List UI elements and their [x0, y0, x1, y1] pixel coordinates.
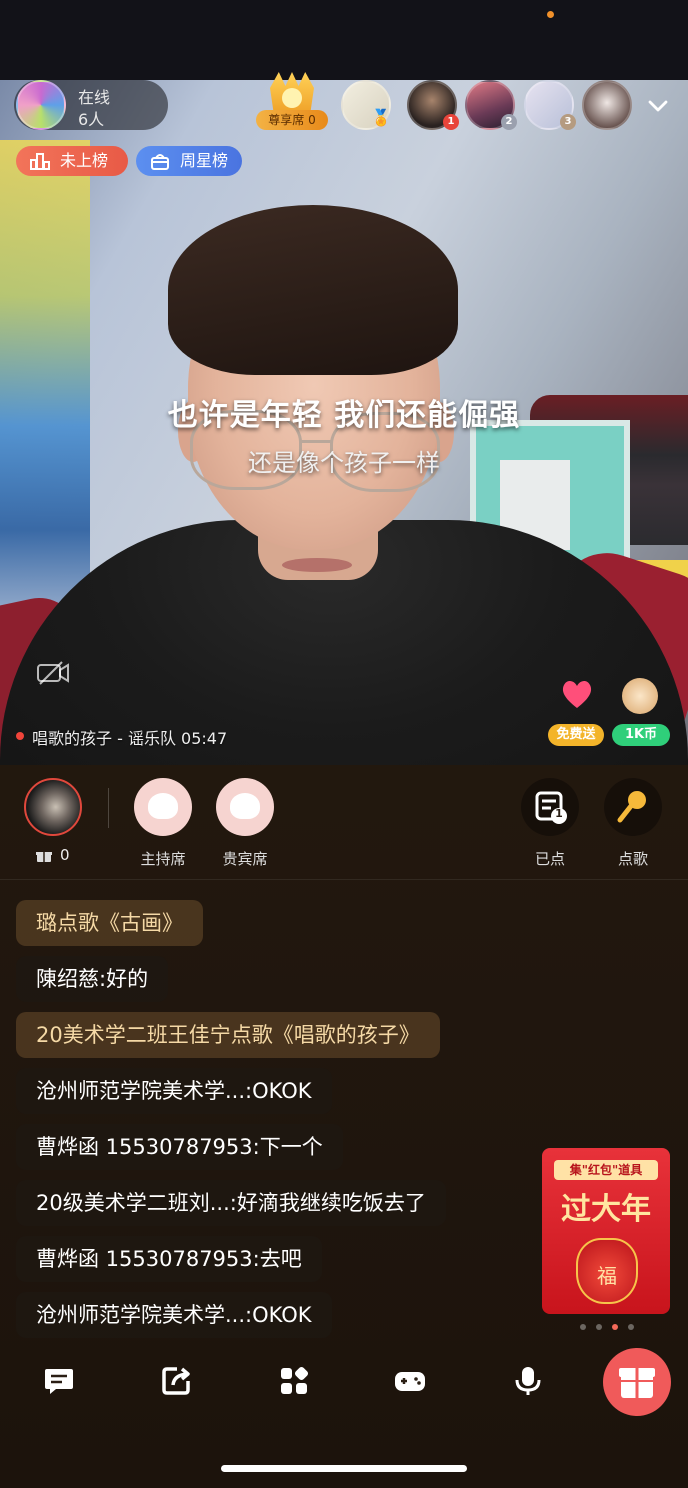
- podium-icon: [30, 153, 50, 170]
- live-dot: [16, 732, 24, 740]
- microphone-icon[interactable]: [511, 1364, 545, 1398]
- host-seat[interactable]: [134, 778, 192, 836]
- host-seat-label: 主持席: [140, 850, 186, 868]
- performer-hair: [168, 205, 458, 375]
- order-song-label: 点歌: [617, 850, 648, 868]
- live-room-screen: 也许是年轻 我们还能倔强 还是像个孩子一样 在线 6人 尊享席 0 🏅 1 2 …: [0, 0, 688, 1488]
- home-indicator[interactable]: [221, 1465, 467, 1472]
- chat-message: 沧州师范学院美术学...:OKOK: [16, 1068, 332, 1114]
- new-year-promo-banner[interactable]: 集"红包"道具 过大年 福: [542, 1148, 670, 1314]
- apps-grid-icon[interactable]: [277, 1364, 311, 1398]
- free-gift-label: 免费送: [548, 724, 604, 746]
- lucky-bag-icon: 福: [576, 1238, 638, 1304]
- rank-badge: 1: [443, 114, 459, 130]
- chick-avatar-icon: [230, 793, 260, 819]
- song-list-icon: [535, 791, 567, 824]
- viewer-avatar[interactable]: 2: [465, 80, 517, 130]
- now-playing: 唱歌的孩子 - 谣乐队 05:47: [32, 729, 228, 748]
- gift-icon: [36, 852, 52, 862]
- medal-icon: 🏅: [371, 108, 391, 127]
- promo-title: 过大年: [561, 1192, 651, 1227]
- banner-pagination: [578, 1324, 638, 1332]
- chat-message: 陳绍慈:好的: [16, 956, 169, 1002]
- guest-seat[interactable]: [216, 778, 274, 836]
- chat-message: 20级美术学二班刘...:好滴我继续吃饭去了: [16, 1180, 446, 1226]
- gift-icon: [619, 1368, 655, 1398]
- pagination-dot[interactable]: [580, 1324, 586, 1330]
- gamepad-icon[interactable]: [393, 1364, 427, 1398]
- song-queue-label: 已点: [534, 850, 565, 868]
- chat-message: 沧州师范学院美术学...:OKOK: [16, 1292, 332, 1338]
- chat-message: 璐点歌《古画》: [16, 900, 203, 946]
- viewer-avatar[interactable]: 🏅: [341, 80, 391, 130]
- heart-icon: [562, 680, 592, 708]
- promo-subtitle: 集"红包"道具: [554, 1160, 658, 1180]
- free-gift-button[interactable]: 免费送: [548, 678, 604, 748]
- chat-message: 曹烨函 15530787953:下一个: [16, 1124, 343, 1170]
- pagination-dot[interactable]: [596, 1324, 602, 1330]
- rank-badge: 3: [560, 114, 576, 130]
- weekly-star-button[interactable]: 周星榜: [136, 146, 242, 176]
- host-avatar[interactable]: [24, 778, 82, 836]
- host-gift-count: 0: [60, 846, 70, 864]
- guest-seat-label: 贵宾席: [222, 850, 268, 868]
- microphone-order-icon: [617, 791, 646, 823]
- gift-box-icon: [151, 154, 169, 170]
- weekly-star-label: 周星榜: [180, 151, 229, 170]
- coin-gift-label: 1K币: [612, 724, 670, 746]
- camera-off-icon[interactable]: [36, 660, 70, 686]
- lyric-next: 还是像个孩子一样: [248, 449, 440, 477]
- chat-message: 曹烨函 15530787953:去吧: [16, 1236, 322, 1282]
- online-count: 6人: [78, 110, 105, 129]
- pagination-dot-active[interactable]: [612, 1324, 618, 1330]
- rank-list-label: 未上榜: [60, 151, 109, 170]
- chat-bubble-icon[interactable]: [42, 1364, 76, 1398]
- rank-badge: 2: [501, 114, 517, 130]
- send-gift-button[interactable]: [603, 1348, 671, 1416]
- performer-mouth: [282, 558, 352, 572]
- coin-gift-button[interactable]: 1K币: [612, 678, 670, 748]
- vip-seat-label: 尊享席 0: [256, 110, 328, 130]
- chick-icon: [282, 88, 302, 108]
- lyric-current: 也许是年轻 我们还能倔强: [167, 398, 521, 433]
- share-icon[interactable]: [159, 1364, 193, 1398]
- rank-list-button[interactable]: 未上榜: [16, 146, 128, 176]
- camera-indicator-dot: [547, 11, 554, 18]
- status-bar: [0, 0, 688, 80]
- song-queue-badge: 1: [555, 807, 563, 820]
- chick-avatar-icon: [148, 793, 178, 819]
- coin-gift-icon: [622, 678, 658, 714]
- pagination-dot[interactable]: [628, 1324, 634, 1330]
- song-queue-button[interactable]: 1: [521, 778, 579, 836]
- viewer-avatar[interactable]: [582, 80, 632, 130]
- viewer-avatar[interactable]: 3: [524, 80, 576, 130]
- room-avatar[interactable]: [16, 80, 66, 130]
- chevron-down-icon[interactable]: [646, 94, 670, 118]
- online-label: 在线: [78, 88, 111, 107]
- order-song-button[interactable]: [604, 778, 662, 836]
- vip-seat-badge[interactable]: 尊享席 0: [256, 72, 328, 130]
- viewer-avatar[interactable]: 1: [407, 80, 459, 130]
- lucky-bag-text: 福: [597, 1264, 617, 1288]
- seats-divider: [108, 788, 109, 828]
- chat-message: 20美术学二班王佳宁点歌《唱歌的孩子》: [16, 1012, 440, 1058]
